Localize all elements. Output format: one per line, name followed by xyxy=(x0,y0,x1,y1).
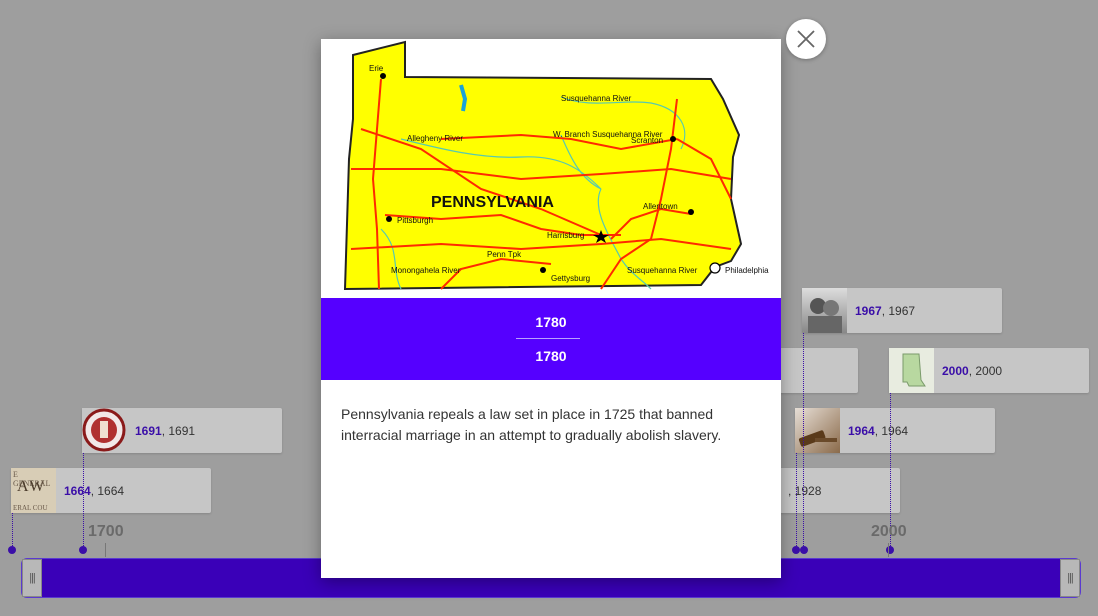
event-date: 1964 xyxy=(881,423,909,438)
map-label-city: Gettysburg xyxy=(551,274,590,283)
event-marker[interactable] xyxy=(800,546,808,554)
event-detail-modal: Erie Susquehanna River W. Branch Susqueh… xyxy=(321,39,781,578)
event-marker[interactable] xyxy=(79,546,87,554)
map-label-river: Susquehanna River xyxy=(627,266,698,275)
event-date-band: 1780 1780 xyxy=(321,298,781,380)
event-title[interactable]: 1964 xyxy=(848,424,875,438)
event-title[interactable]: 1691 xyxy=(135,424,162,438)
event-date: 1664 xyxy=(97,483,125,498)
event-connector xyxy=(796,453,797,550)
event-marker[interactable] xyxy=(792,546,800,554)
event-label: , 1928 xyxy=(780,484,821,498)
timeline-event-1664[interactable]: E GENERAL AW ERAL COU 1664, 1664 xyxy=(11,468,211,513)
map-label-city: Pittsburgh xyxy=(397,216,433,225)
event-title[interactable]: 1967 xyxy=(855,304,882,318)
state-map-icon xyxy=(902,353,926,387)
map-label-city: Scranton xyxy=(631,136,663,145)
map-label-city: Philadelphia xyxy=(725,266,769,275)
map-state-name: PENNSYLVANIA xyxy=(431,194,554,211)
event-label: 1967, 1967 xyxy=(855,303,916,318)
event-thumbnail-portrait xyxy=(802,288,847,333)
event-marker[interactable] xyxy=(8,546,16,554)
event-label: 1964, 1964 xyxy=(848,423,909,438)
range-handle-right[interactable]: ||| xyxy=(1060,559,1080,597)
event-title[interactable]: 1664 xyxy=(64,484,91,498)
gavel-icon xyxy=(798,430,837,447)
timeline-event-1967[interactable]: 1967, 1967 xyxy=(802,288,1002,333)
axis-label-1700: 1700 xyxy=(88,523,124,540)
event-date: 1967 xyxy=(888,303,916,318)
seal-icon xyxy=(82,408,126,452)
axis-tick xyxy=(888,543,889,557)
map-label-river: Allegheny River xyxy=(407,134,463,143)
event-connector xyxy=(803,333,804,550)
timeline-event-1964[interactable]: 1964, 1964 xyxy=(795,408,995,453)
event-date: 2000 xyxy=(975,363,1003,378)
event-end-date: 1780 xyxy=(535,348,567,364)
event-date: 1691 xyxy=(168,423,196,438)
map-label-river: Monongahela River xyxy=(391,266,461,275)
event-label: 2000, 2000 xyxy=(942,363,1003,378)
range-handle-left[interactable]: ||| xyxy=(22,559,42,597)
event-label: 1664, 1664 xyxy=(64,483,125,498)
event-thumbnail-gavel xyxy=(795,408,840,453)
map-label-city: Allentown xyxy=(643,202,678,211)
event-thumbnail-seal xyxy=(82,408,127,453)
event-start-date: 1780 xyxy=(535,314,567,330)
event-image-map: Erie Susquehanna River W. Branch Susqueh… xyxy=(321,39,781,298)
timeline-event-1691[interactable]: 1691, 1691 xyxy=(82,408,282,453)
map-label-river: Susquehanna River xyxy=(561,94,632,103)
date-separator xyxy=(516,338,580,339)
event-title[interactable]: 2000 xyxy=(942,364,969,378)
pennsylvania-map: Erie Susquehanna River W. Branch Susqueh… xyxy=(343,40,769,291)
event-connector xyxy=(83,453,84,550)
portrait-icon xyxy=(808,298,842,333)
map-label-city: Erie xyxy=(369,64,384,73)
map-label-city: Harrisburg xyxy=(547,231,584,240)
event-description: Pennsylvania repeals a law set in place … xyxy=(341,406,722,443)
event-thumbnail-document: E GENERAL AW ERAL COU xyxy=(11,468,56,513)
close-button[interactable] xyxy=(786,19,826,59)
event-date: , 1928 xyxy=(788,483,822,498)
map-label-road: Penn Tpk xyxy=(487,250,522,259)
timeline-event-2000[interactable]: 2000, 2000 xyxy=(889,348,1089,393)
axis-tick xyxy=(105,543,106,557)
event-connector xyxy=(12,513,13,550)
axis-label-2000: 2000 xyxy=(871,523,907,540)
event-thumbnail-map xyxy=(889,348,934,393)
close-icon xyxy=(797,30,815,48)
event-label: 1691, 1691 xyxy=(135,423,196,438)
